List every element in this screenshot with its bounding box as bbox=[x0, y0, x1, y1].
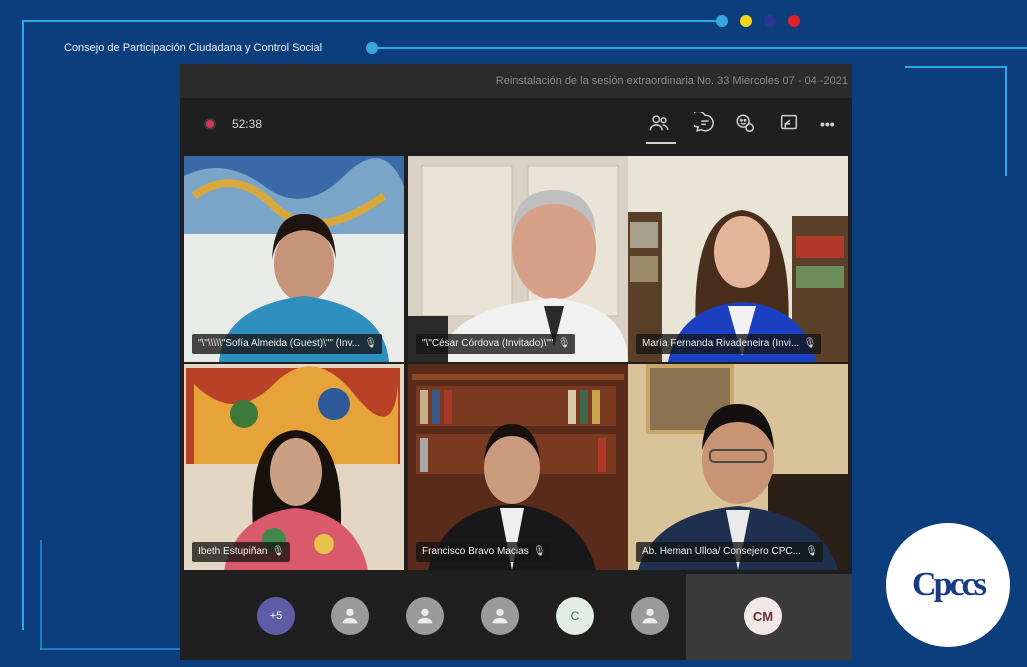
mic-muted-icon: 🎙 bbox=[271, 546, 285, 557]
cpccs-logo: Cpccs bbox=[886, 523, 1010, 647]
meeting-timer: 52:38 bbox=[232, 117, 263, 131]
frame-line-right-top bbox=[905, 66, 1007, 68]
meeting-toolbar: 52:38 ••• bbox=[180, 98, 852, 152]
self-view-tile[interactable]: CM bbox=[686, 574, 852, 660]
video-feed-4 bbox=[184, 364, 404, 570]
participant-name-tag: Francisco Bravo Macias 🎙 bbox=[416, 542, 551, 562]
meeting-window: Reinstalación de la sesión extraordinari… bbox=[180, 64, 852, 660]
video-tile-4[interactable]: Ibeth Estupiñan 🎙 bbox=[184, 364, 404, 570]
dot-blue bbox=[716, 15, 728, 27]
frame-line-bottom bbox=[40, 540, 42, 650]
video-tile-2[interactable]: "\"César Córdova (Invitado)\"" 🎙 bbox=[408, 156, 628, 362]
frame-line-left bbox=[22, 20, 24, 630]
frame-line-subtitle bbox=[372, 47, 1027, 49]
participant-name: "\"\\\\\"Sofía Almeida (Guest)\"" (Inv..… bbox=[198, 338, 361, 349]
participant-avatar[interactable] bbox=[631, 597, 669, 635]
video-feed-6 bbox=[628, 364, 848, 570]
mic-muted-icon: 🎙 bbox=[364, 338, 378, 349]
video-feed-2 bbox=[408, 156, 628, 362]
participant-strip: +5 C CM bbox=[180, 574, 852, 660]
reactions-icon[interactable] bbox=[734, 112, 760, 136]
participant-avatar[interactable] bbox=[331, 597, 369, 635]
video-feed-5 bbox=[408, 364, 628, 570]
frame-line-top bbox=[22, 20, 722, 22]
dot-yellow bbox=[740, 15, 752, 27]
video-tile-1[interactable]: "\"\\\\\"Sofía Almeida (Guest)\"" (Inv..… bbox=[184, 156, 404, 362]
mic-muted-icon: 🎙 bbox=[557, 338, 571, 349]
recording-icon bbox=[204, 118, 216, 130]
more-options-icon[interactable]: ••• bbox=[820, 112, 846, 136]
more-participants-button[interactable]: +5 bbox=[257, 597, 295, 635]
video-tile-6[interactable]: Ab. Heman Ulloa/ Consejero CPC... 🎙 bbox=[628, 364, 848, 570]
video-tile-5[interactable]: Francisco Bravo Macias 🎙 bbox=[408, 364, 628, 570]
participant-avatar[interactable] bbox=[481, 597, 519, 635]
cpccs-logo-text: Cpccs bbox=[912, 566, 987, 603]
video-tile-3[interactable]: María Fernanda Rivadeneira (Invi... 🎙 bbox=[628, 156, 848, 362]
org-title: Consejo de Participación Ciudadana y Con… bbox=[64, 42, 323, 54]
meeting-title: Reinstalación de la sesión extraordinari… bbox=[180, 64, 852, 98]
participant-avatar[interactable] bbox=[406, 597, 444, 635]
mic-muted-icon: 🎙 bbox=[805, 546, 818, 557]
participant-name-tag: Ab. Heman Ulloa/ Consejero CPC... 🎙 bbox=[636, 542, 823, 562]
person-icon bbox=[492, 608, 508, 624]
dot-red bbox=[788, 15, 800, 27]
participant-name: Ibeth Estupiñan bbox=[198, 546, 268, 557]
participants-icon[interactable] bbox=[648, 112, 674, 136]
person-icon bbox=[342, 608, 358, 624]
chat-icon[interactable] bbox=[689, 110, 720, 136]
person-icon bbox=[417, 608, 433, 624]
participant-name: "\"César Córdova (Invitado)\"" bbox=[422, 338, 554, 349]
mic-muted-icon: 🎙 bbox=[533, 546, 546, 557]
participants-active-indicator bbox=[646, 142, 676, 144]
participant-name-tag: Ibeth Estupiñan 🎙 bbox=[192, 542, 290, 562]
participant-avatar-letter[interactable]: C bbox=[556, 597, 594, 635]
frame-line-right bbox=[1005, 66, 1007, 176]
dot-navy bbox=[764, 15, 776, 27]
participant-name: María Fernanda Rivadeneira (Invi... bbox=[642, 338, 800, 349]
video-feed-1 bbox=[184, 156, 404, 362]
participant-name-tag: "\"César Córdova (Invitado)\"" 🎙 bbox=[416, 334, 576, 354]
participant-name: Francisco Bravo Macias bbox=[422, 546, 529, 557]
participant-name: Ab. Heman Ulloa/ Consejero CPC... bbox=[642, 546, 801, 557]
person-icon bbox=[642, 608, 658, 624]
mic-muted-icon: 🎙 bbox=[803, 338, 817, 349]
share-icon[interactable] bbox=[778, 112, 804, 136]
dot-subtitle bbox=[366, 42, 378, 54]
participant-name-tag: "\"\\\\\"Sofía Almeida (Guest)\"" (Inv..… bbox=[192, 334, 383, 354]
video-feed-3 bbox=[628, 156, 848, 362]
frame-line-bottom-h bbox=[40, 648, 180, 650]
self-avatar: CM bbox=[744, 597, 782, 635]
participant-name-tag: María Fernanda Rivadeneira (Invi... 🎙 bbox=[636, 334, 822, 354]
